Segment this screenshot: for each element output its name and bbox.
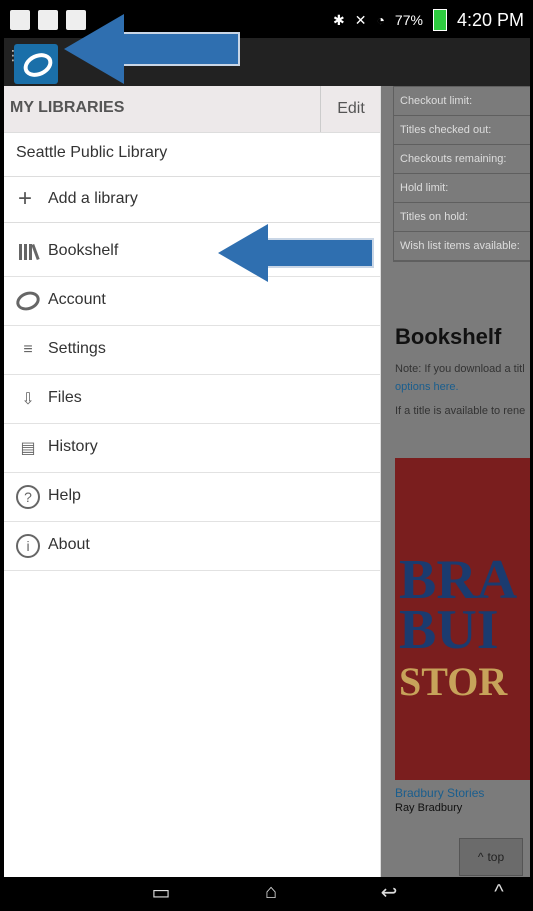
- status-time: 4:20 PM: [456, 9, 524, 30]
- app-frame: ✱ ✕ ◔ 77% 4:20 PM ⋮ MY LIBRARIES Edit Se…: [4, 4, 530, 907]
- files-icon: ⇩: [21, 391, 35, 408]
- mute-icon: ✕: [354, 11, 367, 28]
- library-name: Seattle Public Library: [16, 144, 168, 161]
- history-icon: ▤: [20, 440, 36, 457]
- plus-icon: +: [18, 185, 33, 212]
- book-cover[interactable]: BRA BUI STOR: [395, 458, 530, 780]
- bookshelf-note: Note: If you download a titl options her…: [395, 360, 530, 420]
- image-icon: [38, 10, 58, 30]
- add-library-label: Add a library: [48, 190, 138, 207]
- settings-icon: ≡: [23, 341, 33, 358]
- back-icon[interactable]: ↩: [374, 880, 404, 904]
- add-library-item[interactable]: + Add a library: [4, 176, 380, 223]
- wifi-icon: ◔: [376, 12, 385, 28]
- table-row: Hold limit:: [394, 174, 530, 203]
- main-content-dimmed: Checkout limit: Titles checked out: Chec…: [381, 86, 530, 877]
- overdrive-logo-button[interactable]: [14, 44, 58, 84]
- menu-item-history[interactable]: ▤ History: [4, 424, 380, 473]
- menu-item-about[interactable]: i About: [4, 522, 380, 571]
- library-item-seattle[interactable]: Seattle Public Library: [4, 132, 380, 177]
- menu-label: Settings: [48, 340, 106, 357]
- home-icon[interactable]: ⌂: [256, 880, 286, 904]
- table-row: Checkouts remaining:: [394, 145, 530, 174]
- chevron-up-nav-icon[interactable]: ^: [484, 880, 514, 904]
- renew-text: If a title is available to rene: [395, 405, 526, 417]
- my-libraries-title: MY LIBRARIES: [10, 99, 125, 116]
- navigation-drawer: MY LIBRARIES Edit Seattle Public Library…: [4, 86, 381, 877]
- bluetooth-icon: ✱: [332, 11, 345, 28]
- bookshelf-heading: Bookshelf: [395, 324, 502, 349]
- top-label: top: [487, 850, 505, 864]
- table-row: Titles on hold:: [394, 203, 530, 232]
- menu-label: About: [48, 536, 90, 553]
- annotation-arrow-bookshelf: [218, 224, 378, 282]
- drawer-header: MY LIBRARIES Edit: [4, 86, 380, 133]
- about-icon: i: [16, 534, 40, 558]
- book-cover-text-2: BUI: [399, 599, 499, 661]
- chevron-up-icon: ^: [477, 850, 484, 864]
- recent-apps-icon[interactable]: ▭: [146, 880, 176, 904]
- account-icon: [13, 288, 43, 314]
- help-icon: ?: [16, 485, 40, 509]
- annotation-arrow-logo: [64, 14, 244, 84]
- table-row: Wish list items available:: [394, 232, 530, 261]
- menu-label: Account: [48, 291, 106, 308]
- note-text: Note: If you download a titl: [395, 363, 525, 375]
- menu-item-settings[interactable]: ≡ Settings: [4, 326, 380, 375]
- menu-label: Files: [48, 389, 82, 406]
- menu-item-files[interactable]: ⇩ Files: [4, 375, 380, 424]
- menu-item-help[interactable]: ? Help: [4, 473, 380, 522]
- scroll-top-button[interactable]: ^ top: [459, 838, 523, 876]
- menu-label: Help: [48, 487, 81, 504]
- notification-icon: [10, 10, 30, 30]
- book-cover-text-3: STOR: [399, 659, 508, 704]
- menu-label: Bookshelf: [48, 242, 119, 259]
- menu-item-account[interactable]: Account: [4, 277, 380, 326]
- table-row: Titles checked out:: [394, 116, 530, 145]
- status-right: ✱ ✕ ◔ 77% 4:20 PM: [333, 9, 524, 31]
- battery-percent: 77%: [394, 12, 423, 28]
- book-title-link[interactable]: Bradbury Stories: [395, 786, 484, 800]
- battery-icon: [432, 9, 447, 31]
- bookshelf-icon: [16, 240, 40, 264]
- account-summary-table: Checkout limit: Titles checked out: Chec…: [393, 86, 530, 262]
- menu-label: History: [48, 438, 98, 455]
- options-link[interactable]: options here.: [395, 378, 530, 396]
- book-author: Ray Bradbury: [395, 802, 463, 814]
- edit-button[interactable]: Edit: [320, 86, 381, 132]
- table-row: Checkout limit:: [394, 87, 530, 116]
- system-nav-bar: ▭ ⌂ ↩ ^: [4, 877, 530, 907]
